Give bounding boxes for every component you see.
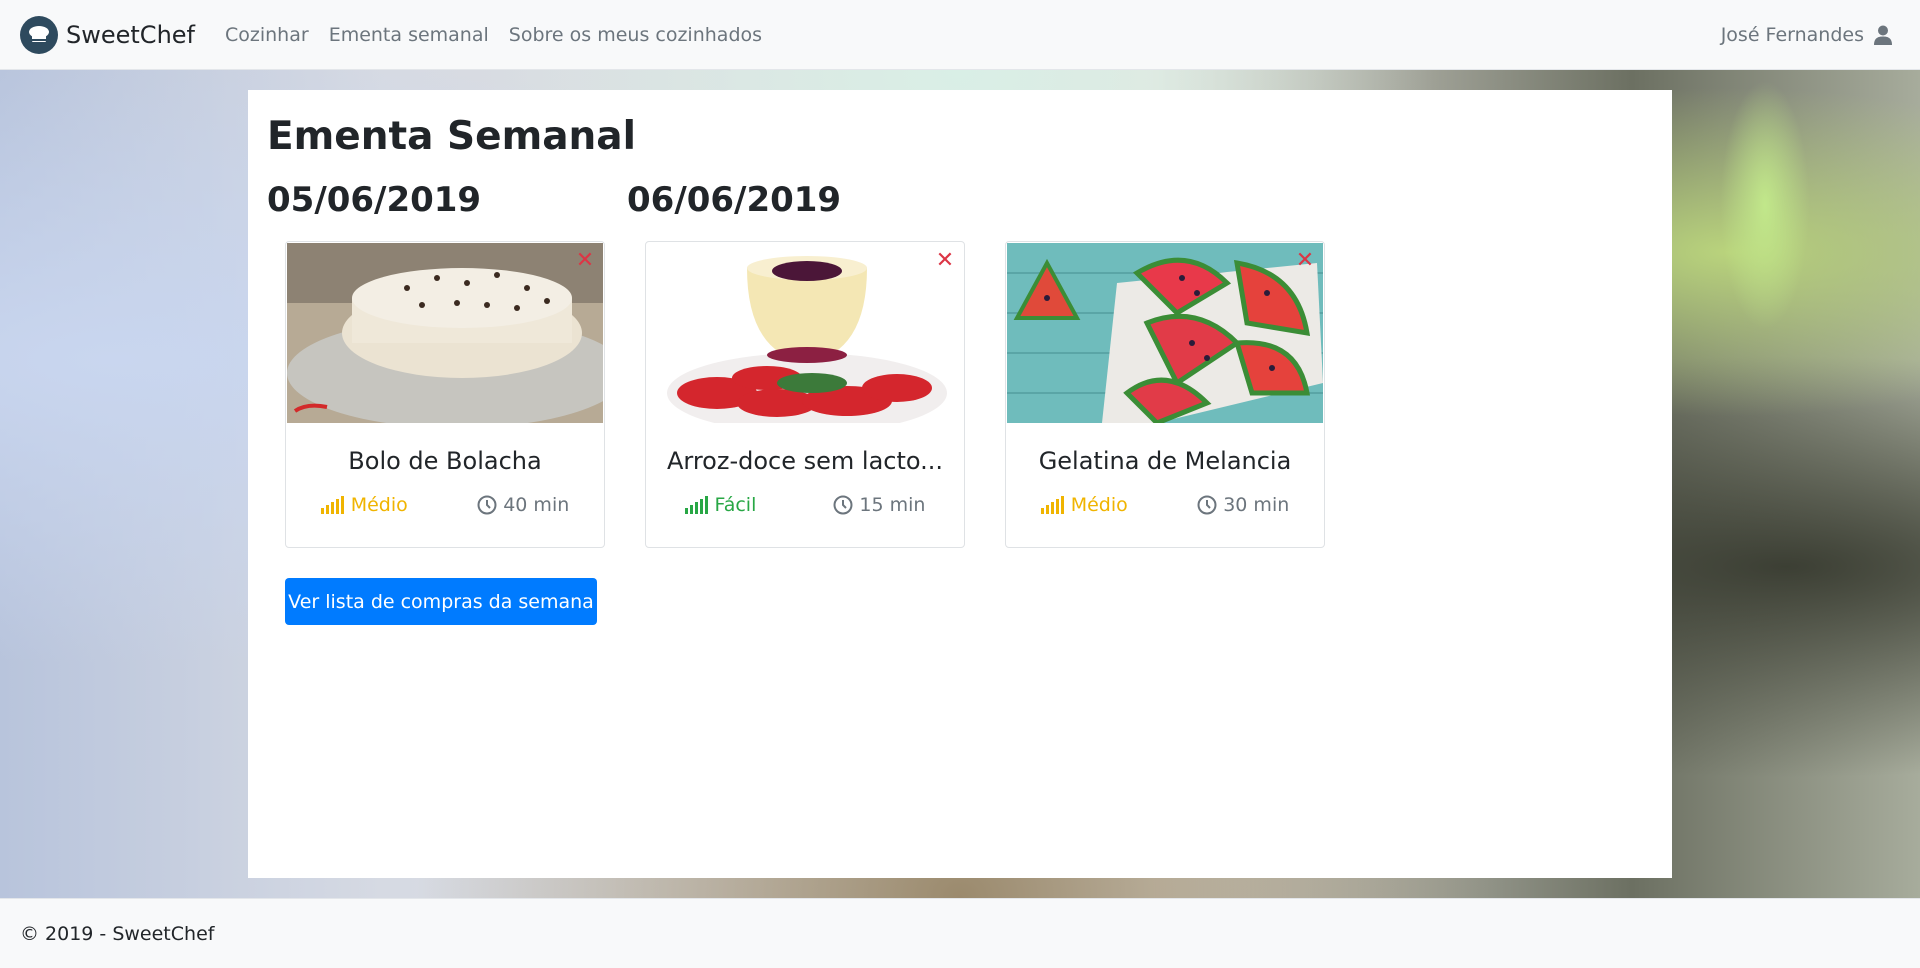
shopping-list-button[interactable]: Ver lista de compras da semana — [285, 578, 597, 625]
day-heading: 06/06/2019 — [627, 180, 842, 220]
clock-icon — [1197, 495, 1217, 515]
time-label: 30 min — [1223, 494, 1290, 516]
main-panel: Ementa Semanal 05/06/2019 06/06/2019 ✕ B… — [248, 90, 1672, 878]
time-label: 40 min — [503, 494, 570, 516]
user-menu[interactable]: José Fernandes — [1721, 24, 1900, 46]
chef-hat-icon — [20, 15, 58, 54]
brand-name: SweetChef — [66, 20, 195, 49]
footer-copyright: © 2019 - SweetChef — [20, 922, 215, 945]
difficulty-label: Médio — [1070, 494, 1128, 516]
main-nav: Cozinhar Ementa semanal Sobre os meus co… — [215, 24, 772, 46]
prep-time: 30 min — [1197, 494, 1289, 516]
difficulty: Fácil — [684, 494, 757, 516]
remove-recipe-button[interactable]: ✕ — [574, 250, 596, 272]
navbar: SweetChef Cozinhar Ementa semanal Sobre … — [0, 0, 1920, 70]
recipe-meta: Médio 30 min — [1006, 494, 1324, 516]
recipe-title: Bolo de Bolacha — [348, 447, 542, 475]
recipe-image — [1007, 243, 1323, 423]
recipe-image — [287, 243, 603, 423]
user-icon — [1874, 25, 1892, 45]
recipe-title: Gelatina de Melancia — [1038, 447, 1292, 475]
recipe-card[interactable]: ✕ Bolo de Bolacha Médio 40 min — [285, 241, 605, 548]
signal-bars-icon — [320, 496, 344, 514]
clock-icon — [477, 495, 497, 515]
day-heading: 05/06/2019 — [267, 180, 482, 220]
remove-recipe-button[interactable]: ✕ — [1294, 250, 1316, 272]
nav-link-ementa-semanal[interactable]: Ementa semanal — [319, 24, 499, 46]
difficulty-label: Fácil — [714, 494, 757, 516]
footer: © 2019 - SweetChef — [0, 898, 1920, 968]
recipe-meta: Médio 40 min — [286, 494, 604, 516]
prep-time: 15 min — [833, 494, 925, 516]
clock-icon — [833, 495, 853, 515]
page-title: Ementa Semanal — [267, 114, 636, 159]
signal-bars-icon — [684, 496, 708, 514]
time-label: 15 min — [859, 494, 926, 516]
prep-time: 40 min — [477, 494, 569, 516]
difficulty: Médio — [1040, 494, 1128, 516]
remove-recipe-button[interactable]: ✕ — [934, 250, 956, 272]
recipe-title: Arroz-doce sem lacto... — [666, 447, 944, 475]
recipe-image — [647, 243, 963, 423]
background-glow — [1720, 80, 1810, 330]
nav-link-cozinhar[interactable]: Cozinhar — [215, 24, 319, 46]
signal-bars-icon — [1040, 496, 1064, 514]
difficulty: Médio — [320, 494, 408, 516]
user-name: José Fernandes — [1720, 23, 1864, 46]
difficulty-label: Médio — [350, 494, 408, 516]
recipe-card[interactable]: ✕ Gelatina de Melancia Médio 30 min — [1005, 241, 1325, 548]
recipe-card[interactable]: ✕ Arroz-doce sem lacto... Fácil 15 min — [645, 241, 965, 548]
nav-link-sobre[interactable]: Sobre os meus cozinhados — [499, 24, 772, 46]
brand-link[interactable]: SweetChef — [20, 15, 195, 54]
recipe-meta: Fácil 15 min — [646, 494, 964, 516]
